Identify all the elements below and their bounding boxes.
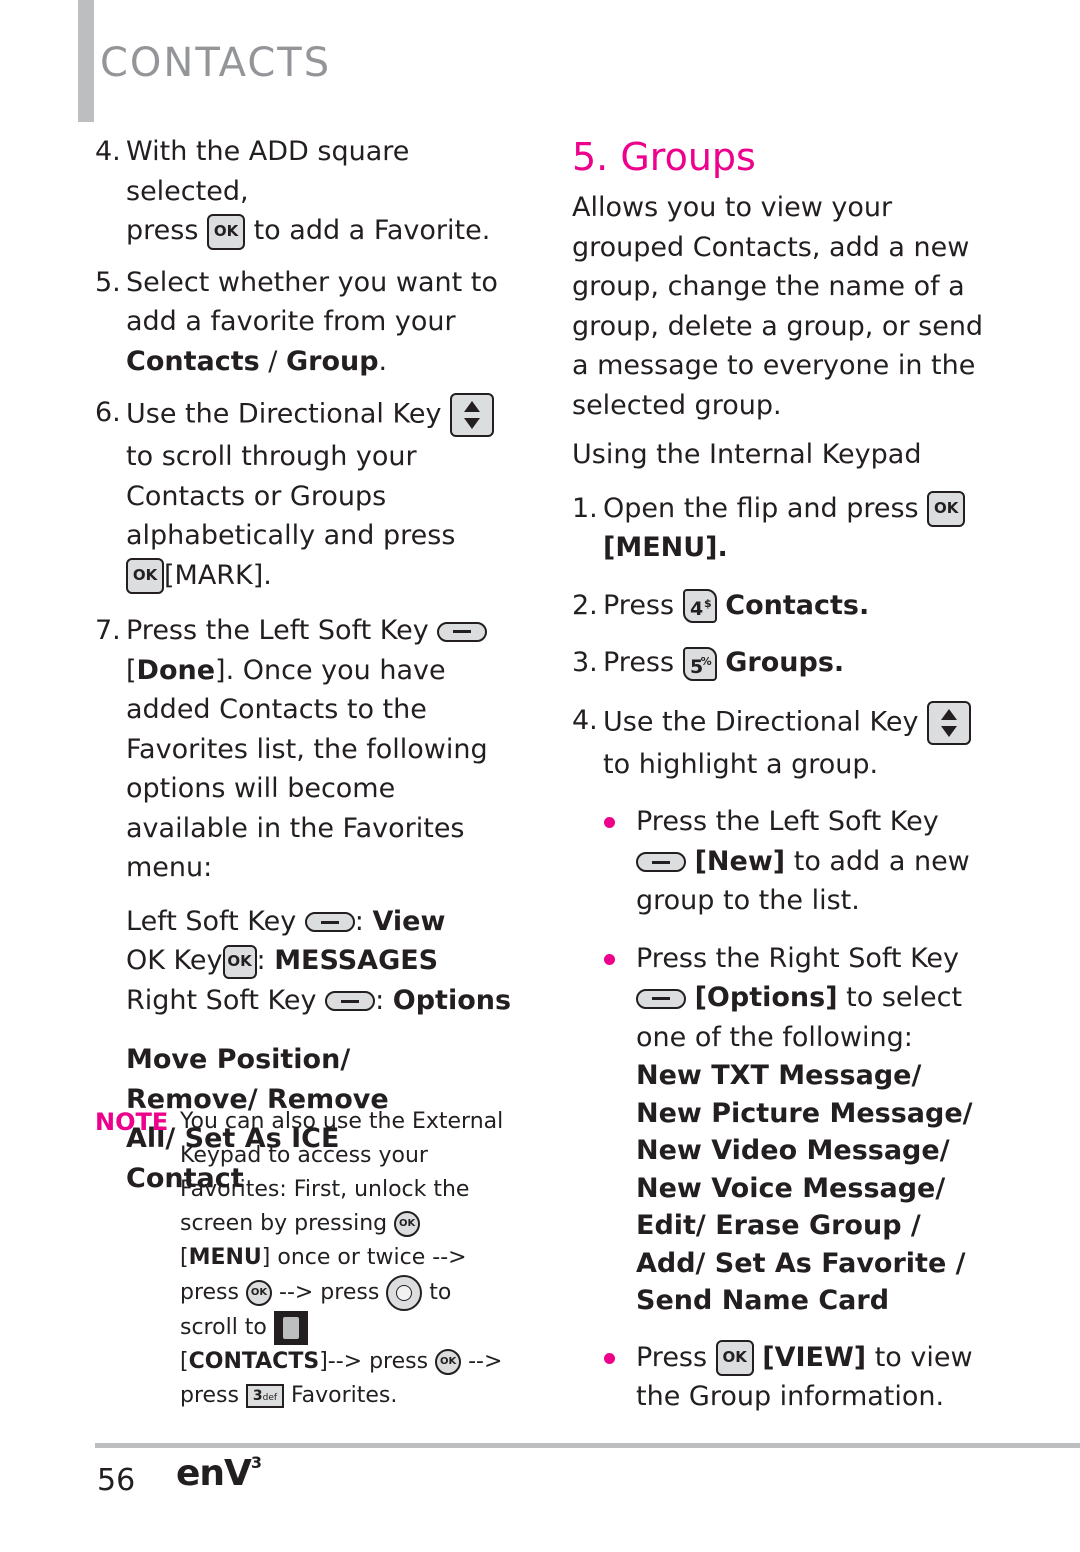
section-title: CONTACTS (100, 40, 332, 86)
bullet-view: Press OK [VIEW] to view the Group inform… (572, 1338, 992, 1417)
bullet-dot (604, 817, 615, 828)
key-3-icon: 3def (246, 1384, 284, 1408)
left-column: 4. With the ADD square selected, press O… (95, 132, 515, 1198)
left-soft-key-icon (437, 621, 488, 642)
right-column: 5. Groups Allows you to view your groupe… (572, 132, 992, 1435)
groups-intro: Allows you to view your grouped Contacts… (572, 192, 984, 421)
step-4: 4. Use the Directional Key to highlight … (572, 700, 992, 785)
step-6: 6. Use the Directional Key to scroll thr… (95, 393, 515, 595)
step-7: 7. Press the Left Soft Key [Done]. Once … (95, 615, 488, 883)
bullet-new-group: Press the Left Soft Key [New] to add a n… (572, 802, 992, 921)
step-3: 3. Press 5% Groups. (572, 643, 992, 683)
footer-rule (95, 1443, 1080, 1448)
ok-key-icon: OK (715, 1340, 754, 1376)
bullet-options: Press the Right Soft Key [Options] to se… (572, 939, 992, 1320)
step-5: 5. Select whether you want to add a favo… (95, 266, 498, 377)
key-4-icon: 4 $ (682, 589, 717, 623)
directional-key-icon (450, 393, 495, 437)
brand-logo: enV3 (176, 1453, 262, 1494)
soft-key-row: Right Soft Key : Options (126, 984, 512, 1016)
note-box: NOTE You can also use the External Keypa… (95, 1108, 504, 1408)
right-soft-key-icon (325, 991, 376, 1011)
bullet-dot (604, 1352, 615, 1364)
soft-key-row: OK Key OK: MESSAGES (126, 941, 515, 981)
ok-button-icon: OK (246, 1280, 272, 1306)
ok-button-icon: OK (435, 1349, 462, 1375)
key-5-icon: 5% (682, 646, 717, 681)
internal-keypad-subheading: Using the Internal Keypad (572, 439, 922, 470)
header-bar (78, 0, 94, 122)
groups-heading: 5. Groups (572, 135, 756, 179)
group-options-list: New TXT Message/ New Picture Message/ Ne… (636, 1060, 973, 1316)
navigation-pad-icon (386, 1275, 423, 1311)
step-2: 2. Press 4 $ Contacts. (572, 586, 992, 626)
bullet-dot (604, 953, 615, 965)
page-number: 56 (97, 1463, 136, 1498)
ok-key-icon: OK (207, 213, 245, 250)
step-4: 4. With the ADD square selected, press O… (95, 132, 515, 251)
ok-button-icon: OK (394, 1211, 421, 1237)
left-soft-key-icon (636, 852, 686, 872)
step-1: 1. Open the flip and press OK [MENU]. (572, 489, 992, 568)
right-soft-key-icon (636, 988, 686, 1009)
directional-key-icon (927, 700, 972, 745)
soft-key-row: Left Soft Key : View (126, 905, 446, 937)
ok-key-icon: OK (222, 944, 257, 979)
ok-key-icon: OK (126, 558, 164, 594)
contacts-app-icon (273, 1311, 308, 1345)
ok-key-icon: OK (927, 491, 966, 527)
left-soft-key-icon (304, 912, 355, 932)
